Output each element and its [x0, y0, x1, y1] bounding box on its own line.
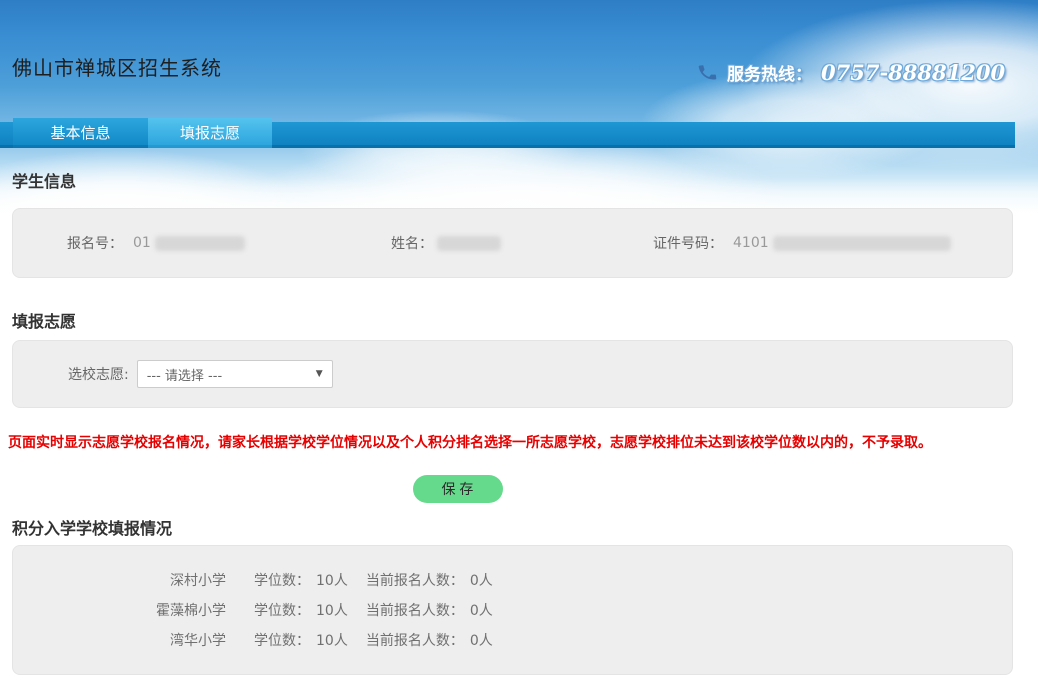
schools-panel: 深村小学 学位数： 10人 当前报名人数： 0人 霍藻棉小学 学位数： 10人 … — [12, 545, 1013, 675]
schools-heading: 积分入学学校填报情况 — [0, 519, 1015, 539]
tab-basic-info[interactable]: 基本信息 — [13, 118, 148, 148]
quota-label: 学位数： — [254, 626, 310, 656]
save-button-row: 保 存 — [0, 475, 915, 503]
quota-value: 10人 — [316, 596, 348, 626]
current-count-label: 当前报名人数： — [366, 596, 464, 626]
id-number-label: 证件号码： — [653, 233, 723, 253]
school-detail: 学位数： 10人 当前报名人数： 0人 — [254, 596, 493, 626]
name-label: 姓名： — [391, 233, 433, 253]
student-info-heading: 学生信息 — [0, 172, 1015, 192]
site-title: 佛山市禅城区招生系统 — [12, 52, 222, 81]
phone-icon — [696, 61, 720, 85]
school-select[interactable]: --- 请选择 --- ▼ — [137, 360, 333, 388]
current-count-label: 当前报名人数： — [366, 566, 464, 596]
quota-label: 学位数： — [254, 596, 310, 626]
id-number-field: 证件号码： 4101 — [653, 233, 951, 253]
chevron-down-icon: ▼ — [316, 369, 323, 379]
school-select-value: --- 请选择 --- — [147, 365, 222, 384]
school-row: 湾华小学 学位数： 10人 当前报名人数： 0人 — [13, 626, 1012, 656]
id-number-value: 4101 — [733, 235, 769, 251]
main-navbar: 基本信息 填报志愿 — [0, 118, 1015, 148]
main-content: 学生信息 报名号： 01 姓名： 证件号码： 4101 填报志愿 选校志愿: -… — [0, 0, 1015, 675]
school-row: 霍藻棉小学 学位数： 10人 当前报名人数： 0人 — [13, 596, 1012, 626]
school-detail: 学位数： 10人 当前报名人数： 0人 — [254, 626, 493, 656]
quota-label: 学位数： — [254, 566, 310, 596]
tab-fill-preference[interactable]: 填报志愿 — [148, 118, 272, 148]
hotline-label: 服务热线： — [727, 60, 812, 85]
school-name: 霍藻棉小学 — [13, 596, 226, 626]
current-count-label: 当前报名人数： — [366, 626, 464, 656]
redacted-name — [437, 236, 501, 251]
hotline-number: 0757-88881200 — [821, 60, 1005, 85]
registration-number-label: 报名号： — [67, 233, 123, 253]
quota-value: 10人 — [316, 566, 348, 596]
registration-number-field: 报名号： 01 — [67, 233, 391, 253]
school-name: 深村小学 — [13, 566, 226, 596]
school-row: 深村小学 学位数： 10人 当前报名人数： 0人 — [13, 566, 1012, 596]
school-detail: 学位数： 10人 当前报名人数： 0人 — [254, 566, 493, 596]
current-count-value: 0人 — [470, 626, 493, 656]
save-button[interactable]: 保 存 — [413, 475, 503, 503]
apply-panel: 选校志愿: --- 请选择 --- ▼ — [12, 340, 1013, 408]
registration-number-value: 01 — [133, 235, 151, 251]
redacted-registration-number — [155, 236, 245, 251]
name-field: 姓名： — [391, 233, 653, 253]
school-name: 湾华小学 — [13, 626, 226, 656]
quota-value: 10人 — [316, 626, 348, 656]
current-count-value: 0人 — [470, 566, 493, 596]
nav-tabs: 基本信息 填报志愿 — [13, 118, 272, 148]
redacted-id-number — [773, 236, 951, 251]
notice-text: 页面实时显示志愿学校报名情况，请家长根据学校学位情况以及个人积分排名选择一所志愿… — [0, 434, 1015, 453]
school-select-label: 选校志愿: — [68, 364, 129, 384]
student-info-panel: 报名号： 01 姓名： 证件号码： 4101 — [12, 208, 1013, 278]
service-hotline: 服务热线： 0757-88881200 — [697, 60, 1005, 85]
current-count-value: 0人 — [470, 596, 493, 626]
apply-heading: 填报志愿 — [0, 312, 1015, 332]
